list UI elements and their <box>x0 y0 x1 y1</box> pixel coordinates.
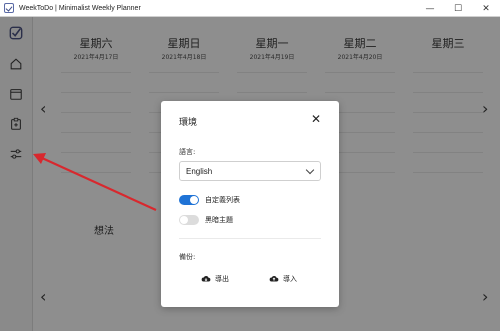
annotation-arrow <box>33 153 157 212</box>
